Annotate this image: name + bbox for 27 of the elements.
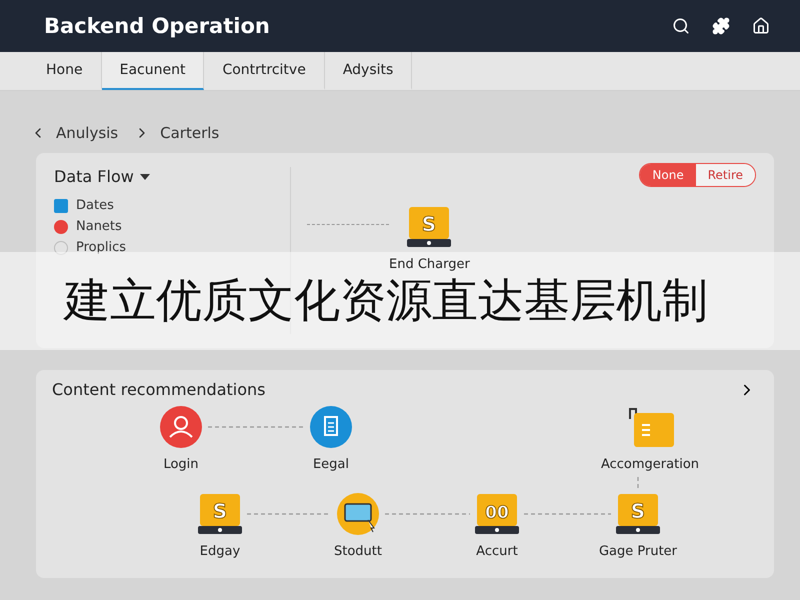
nav-tab[interactable]: Eacunent (102, 52, 204, 90)
legend-label: Proplics (76, 240, 126, 255)
caret-icon[interactable] (140, 174, 150, 180)
node-label: Accurt (476, 544, 518, 559)
banner-text: 建立优质文化资源直达基层机制 (64, 272, 708, 329)
breadcrumb-link[interactable]: Carterls (160, 124, 220, 142)
home-icon[interactable] (752, 17, 770, 35)
node-label: Login (163, 457, 199, 472)
search-icon[interactable] (672, 17, 690, 35)
connector-line (637, 477, 639, 490)
app-title: Backend Operation (44, 14, 270, 38)
puzzle-icon[interactable] (712, 17, 730, 35)
node-label: Eegal (312, 457, 350, 472)
node-label: End Charger (389, 257, 470, 272)
legend-label: Nanets (76, 219, 122, 234)
node-label: Accomgeration (600, 457, 700, 472)
nav-tab[interactable]: Adysits (324, 52, 412, 90)
node-label: Edgay (200, 544, 240, 559)
card-title: Data Flow (54, 167, 134, 186)
card-title: Content recommendations (52, 380, 266, 399)
breadcrumb-link[interactable]: Anulysis (56, 124, 118, 142)
nav-tab[interactable]: Contrtrcitve (204, 52, 325, 90)
legend-label: Dates (76, 198, 114, 213)
toggle-option[interactable]: Retire (696, 164, 755, 186)
node-label: Stodutt (334, 544, 382, 559)
toggle-option[interactable]: None (640, 164, 696, 186)
node-label: Gage Pruter (598, 544, 678, 559)
